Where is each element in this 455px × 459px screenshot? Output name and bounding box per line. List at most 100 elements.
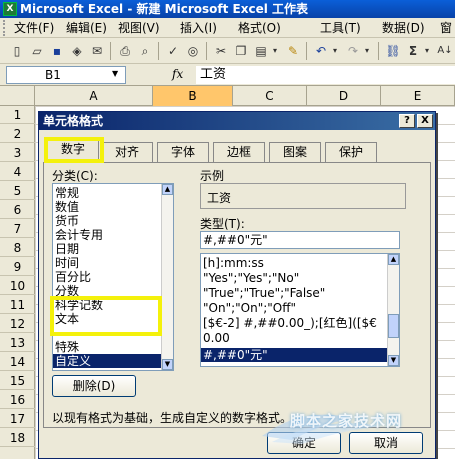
scroll-up-icon[interactable]: ▲	[162, 184, 173, 195]
permission-icon[interactable]: ◈	[68, 42, 86, 60]
select-all-corner[interactable]	[0, 86, 35, 106]
cancel-button[interactable]: 取消	[349, 432, 423, 454]
print-icon[interactable]: ⎙	[116, 42, 134, 60]
menu-data[interactable]: 数据(D)	[382, 20, 425, 36]
category-scrollbar[interactable]: ▲ ▼	[161, 184, 173, 370]
autosum-icon[interactable]: Σ	[404, 42, 422, 60]
open-folder-icon[interactable]: ▱	[28, 42, 46, 60]
row-header[interactable]: 9	[0, 258, 35, 276]
redo-icon[interactable]: ↷	[344, 42, 362, 60]
scroll-up-icon[interactable]: ▲	[388, 254, 399, 265]
formula-bar: B1 ▼ fx 工资	[0, 64, 455, 86]
type-item[interactable]: 0.00	[203, 331, 230, 345]
menu-insert[interactable]: 插入(I)	[180, 20, 217, 36]
type-listbox[interactable]: [h]:mm:ss "Yes";"Yes";"No" "True";"True"…	[200, 253, 400, 367]
cut-icon[interactable]: ✂	[212, 42, 230, 60]
tab-font[interactable]: 字体	[157, 142, 209, 162]
name-box[interactable]: B1	[6, 66, 126, 84]
type-item[interactable]: [h]:mm:ss	[203, 256, 264, 270]
type-item[interactable]: "True";"True";"False"	[203, 286, 325, 300]
scroll-down-icon[interactable]: ▼	[162, 359, 173, 370]
category-item[interactable]: 时间	[55, 256, 79, 270]
print-preview-icon[interactable]: ⌕	[136, 42, 154, 60]
paste-dropdown-icon[interactable]: ▾	[270, 42, 280, 60]
email-icon[interactable]: ✉	[88, 42, 106, 60]
excel-app-icon[interactable]: X	[3, 2, 17, 16]
type-item-selected[interactable]: #,##0"元"	[201, 348, 387, 362]
row-header[interactable]: 16	[0, 391, 35, 409]
tab-border[interactable]: 边框	[213, 142, 265, 162]
category-item[interactable]: 常规	[55, 186, 79, 200]
category-item[interactable]: 货币	[55, 214, 79, 228]
category-listbox[interactable]: 常规 数值 货币 会计专用 日期 时间 百分比 分数 科学记数 文本 特殊 自定…	[52, 183, 174, 371]
research-icon[interactable]: ◎	[184, 42, 202, 60]
type-scrollbar[interactable]: ▲ ▼	[387, 254, 399, 366]
undo-dropdown-icon[interactable]: ▾	[330, 42, 340, 60]
new-file-icon[interactable]: ▯	[8, 42, 26, 60]
column-header-e[interactable]: E	[381, 86, 455, 106]
save-icon[interactable]: ▪	[48, 42, 66, 60]
row-header[interactable]: 17	[0, 410, 35, 428]
row-header[interactable]: 13	[0, 334, 35, 352]
close-button[interactable]: X	[417, 114, 433, 128]
category-item[interactable]: 特殊	[55, 340, 79, 354]
formula-input[interactable]: 工资	[196, 66, 455, 84]
sort-ascending-icon[interactable]: A↓	[436, 42, 454, 60]
menu-format[interactable]: 格式(O)	[238, 20, 281, 36]
redo-dropdown-icon[interactable]: ▾	[362, 42, 372, 60]
row-header[interactable]: 2	[0, 125, 35, 143]
row-header[interactable]: 15	[0, 372, 35, 390]
menu-window[interactable]: 窗	[440, 20, 452, 36]
column-headers: A B C D E	[0, 86, 455, 106]
type-item[interactable]: [$€-2] #,##0.00_);[红色]([$€	[203, 316, 377, 330]
row-header[interactable]: 5	[0, 182, 35, 200]
autosum-dropdown-icon[interactable]: ▾	[422, 42, 432, 60]
row-header[interactable]: 6	[0, 201, 35, 219]
column-header-d[interactable]: D	[307, 86, 381, 106]
help-button[interactable]: ?	[399, 114, 415, 128]
hyperlink-icon[interactable]: ⛓	[384, 42, 402, 60]
column-header-b[interactable]: B	[153, 86, 233, 106]
menu-view[interactable]: 视图(V)	[118, 20, 160, 36]
column-header-c[interactable]: C	[233, 86, 307, 106]
column-header-a[interactable]: A	[35, 86, 153, 106]
row-header[interactable]: 8	[0, 239, 35, 257]
row-header[interactable]: 7	[0, 220, 35, 238]
row-header[interactable]: 1	[0, 106, 35, 124]
format-painter-icon[interactable]: ✎	[284, 42, 302, 60]
row-header[interactable]: 4	[0, 163, 35, 181]
category-item[interactable]: 会计专用	[55, 228, 103, 242]
paste-icon[interactable]: ▤	[252, 42, 270, 60]
name-box-dropdown-icon[interactable]: ▼	[112, 69, 118, 78]
undo-icon[interactable]: ↶	[312, 42, 330, 60]
category-item[interactable]: 百分比	[55, 270, 91, 284]
type-input[interactable]: #,##0"元"	[200, 231, 400, 249]
row-header[interactable]: 14	[0, 353, 35, 371]
tab-patterns[interactable]: 图案	[269, 142, 321, 162]
ok-button[interactable]: 确定	[267, 432, 341, 454]
row-header[interactable]: 10	[0, 277, 35, 295]
tab-alignment[interactable]: 对齐	[101, 142, 153, 162]
row-header[interactable]: 3	[0, 144, 35, 162]
type-item[interactable]: "On";"On";"Off"	[203, 301, 296, 315]
category-item[interactable]: 日期	[55, 242, 79, 256]
menubar-grip[interactable]	[3, 20, 6, 36]
scroll-thumb[interactable]	[388, 314, 399, 338]
row-header[interactable]: 11	[0, 296, 35, 314]
row-header[interactable]: 18	[0, 429, 35, 447]
row-header[interactable]: 12	[0, 315, 35, 333]
menu-tools[interactable]: 工具(T)	[320, 20, 361, 36]
menu-edit[interactable]: 编辑(E)	[66, 20, 107, 36]
row-headers: 1 2 3 4 5 6 7 8 9 10 11 12 13 14 15 16 1…	[0, 106, 35, 459]
insert-function-icon[interactable]: fx	[172, 67, 183, 81]
copy-icon[interactable]: ❐	[232, 42, 250, 60]
sample-label: 示例	[200, 169, 225, 183]
type-item[interactable]: "Yes";"Yes";"No"	[203, 271, 299, 285]
menu-file[interactable]: 文件(F)	[14, 20, 54, 36]
tab-protection[interactable]: 保护	[325, 142, 377, 162]
category-item-selected[interactable]: 自定义	[53, 354, 161, 368]
category-item[interactable]: 数值	[55, 200, 79, 214]
scroll-down-icon[interactable]: ▼	[388, 355, 399, 366]
delete-button[interactable]: 删除(D)	[52, 375, 136, 397]
spelling-icon[interactable]: ✓	[164, 42, 182, 60]
